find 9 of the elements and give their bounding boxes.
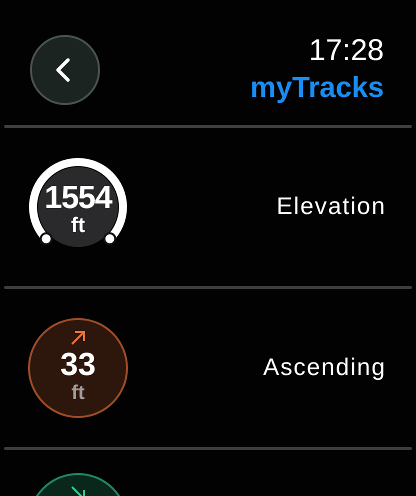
metric-label: Elevation	[276, 193, 386, 221]
app-title: myTracks	[250, 70, 384, 106]
metric-label: Ascending	[263, 354, 386, 382]
metric-unit: ft	[71, 382, 85, 404]
chevron-left-icon	[55, 56, 71, 82]
clock-time: 17:28	[308, 32, 384, 68]
metric-value: 1554	[44, 180, 112, 214]
metric-value: 33	[60, 346, 96, 382]
metric-unit: ft	[71, 214, 85, 238]
